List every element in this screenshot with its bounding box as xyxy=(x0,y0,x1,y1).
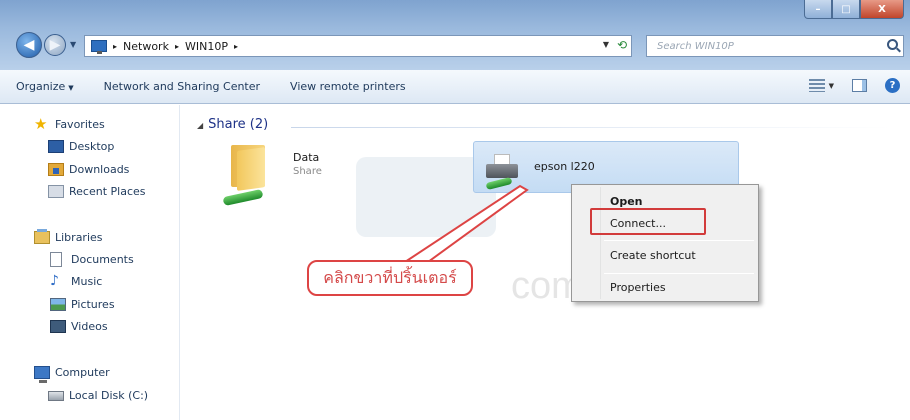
sidebar-item-label: Desktop xyxy=(69,140,115,153)
content-area: com ◢ Share (2) Data Share epson l220 xyxy=(181,105,910,420)
close-button[interactable]: X xyxy=(860,0,904,19)
sidebar-item-label: Downloads xyxy=(69,163,130,176)
sidebar-item-computer[interactable]: Computer xyxy=(34,366,110,383)
music-icon: ♪ xyxy=(50,273,59,289)
chevron-down-icon[interactable]: ▼ xyxy=(829,82,834,90)
sidebar-item-music[interactable]: ♪ Music xyxy=(50,273,103,289)
group-header-share[interactable]: ◢ Share (2) xyxy=(197,117,268,132)
view-remote-printers-button[interactable]: View remote printers xyxy=(290,80,406,93)
recent-places-icon xyxy=(48,185,64,198)
computer-icon xyxy=(34,366,50,383)
sidebar-item-label: Videos xyxy=(71,320,108,333)
arrow-left-icon: ◀ xyxy=(23,37,35,53)
address-dropdown[interactable]: ▼ xyxy=(603,40,609,49)
forward-button[interactable]: ▶ xyxy=(44,34,66,56)
context-menu: Open Connect... Create shortcut Properti… xyxy=(571,184,759,302)
preview-pane-icon[interactable] xyxy=(852,79,867,92)
change-view-icon[interactable] xyxy=(808,79,825,92)
menu-separator xyxy=(604,273,754,274)
help-icon[interactable]: ? xyxy=(885,78,900,93)
menu-gutter xyxy=(600,187,601,299)
network-icon xyxy=(91,40,107,54)
sidebar-item-label: Pictures xyxy=(71,298,115,311)
search-icon[interactable] xyxy=(887,39,898,50)
breadcrumb-network[interactable]: Network xyxy=(123,40,169,53)
organize-button[interactable]: Organize ▼ xyxy=(16,80,74,93)
sidebar-item-label: Local Disk (C:) xyxy=(69,389,149,402)
address-bar[interactable]: ▸ Network ▸ WIN10P ▸ ▼ ⟲ xyxy=(84,35,632,57)
sidebar-item-favorites[interactable]: ★ Favorites xyxy=(34,115,105,133)
sidebar-item-local-disk[interactable]: Local Disk (C:) xyxy=(48,389,148,402)
view-controls: ▼ ? xyxy=(808,78,900,93)
sidebar-item-videos[interactable]: Videos xyxy=(50,320,108,333)
search-input[interactable]: Search WIN10P xyxy=(657,41,734,52)
command-bar: Organize ▼ Network and Sharing Center Vie… xyxy=(0,70,910,104)
chevron-down-icon: ▼ xyxy=(68,84,74,92)
sidebar-item-pictures[interactable]: Pictures xyxy=(50,298,115,311)
menu-separator xyxy=(604,240,754,241)
pictures-icon xyxy=(50,298,66,311)
back-button[interactable]: ◀ xyxy=(16,32,42,58)
menu-item-open[interactable]: Open xyxy=(610,195,643,208)
group-header-label: Share (2) xyxy=(208,117,269,132)
collapse-triangle-icon: ◢ xyxy=(197,121,204,130)
sidebar-item-label: Documents xyxy=(71,253,134,266)
annotation-callout: คลิกขวาที่ปริ้นเตอร์ xyxy=(307,260,473,296)
network-sharing-center-button[interactable]: Network and Sharing Center xyxy=(104,80,260,93)
sidebar-item-label: Music xyxy=(71,275,103,288)
item-subtitle: Share xyxy=(293,166,322,177)
menu-item-create-shortcut[interactable]: Create shortcut xyxy=(610,249,696,262)
arrow-right-icon: ▶ xyxy=(49,37,61,53)
sidebar-item-label: Favorites xyxy=(55,118,105,131)
annotation-text: คลิกขวาที่ปริ้นเตอร์ xyxy=(323,267,457,287)
sidebar-item-desktop[interactable]: Desktop xyxy=(48,140,114,153)
group-divider xyxy=(291,127,891,128)
connect-highlight-box xyxy=(590,208,706,235)
libraries-icon xyxy=(34,229,50,244)
videos-icon xyxy=(50,320,66,333)
documents-icon xyxy=(50,252,62,267)
sidebar-item-label: Computer xyxy=(55,366,110,379)
sidebar-item-libraries[interactable]: Libraries xyxy=(34,229,103,244)
sidebar-item-downloads[interactable]: Downloads xyxy=(48,163,129,176)
sidebar-item-label: Libraries xyxy=(55,231,103,244)
menu-item-properties[interactable]: Properties xyxy=(610,281,666,294)
printer-icon xyxy=(484,154,520,191)
breadcrumb-separator[interactable]: ▸ xyxy=(113,42,117,51)
organize-label: Organize xyxy=(16,80,66,93)
breadcrumb-separator[interactable]: ▸ xyxy=(175,42,179,51)
sidebar-item-documents[interactable]: Documents xyxy=(50,252,134,267)
title-bar: – □ X ◀ ▶ ▼ ▸ Network ▸ WIN10P ▸ ▼ ⟲ Sea… xyxy=(0,0,910,70)
maximize-button[interactable]: □ xyxy=(832,0,860,19)
desktop-icon xyxy=(48,140,64,153)
window-controls: – □ X xyxy=(804,0,904,20)
hard-disk-icon xyxy=(48,390,64,401)
item-title: Data xyxy=(293,151,320,164)
shared-folder-icon xyxy=(222,145,269,207)
breadcrumb-separator[interactable]: ▸ xyxy=(234,42,238,51)
sidebar-item-label: Recent Places xyxy=(69,185,146,198)
refresh-icon[interactable]: ⟲ xyxy=(617,38,627,52)
minimize-button[interactable]: – xyxy=(804,0,832,19)
printer-name: epson l220 xyxy=(534,160,595,173)
downloads-folder-icon xyxy=(48,163,64,176)
shared-folder-data[interactable]: Data Share xyxy=(211,141,411,221)
breadcrumb-win10p[interactable]: WIN10P xyxy=(185,40,228,53)
recent-pages-dropdown[interactable]: ▼ xyxy=(70,40,76,49)
star-icon: ★ xyxy=(34,115,48,133)
sidebar-item-recent-places[interactable]: Recent Places xyxy=(48,185,146,198)
search-box[interactable]: Search WIN10P xyxy=(646,35,904,57)
navigation-pane: ★ Favorites Desktop Downloads Recent Pla… xyxy=(0,105,180,420)
